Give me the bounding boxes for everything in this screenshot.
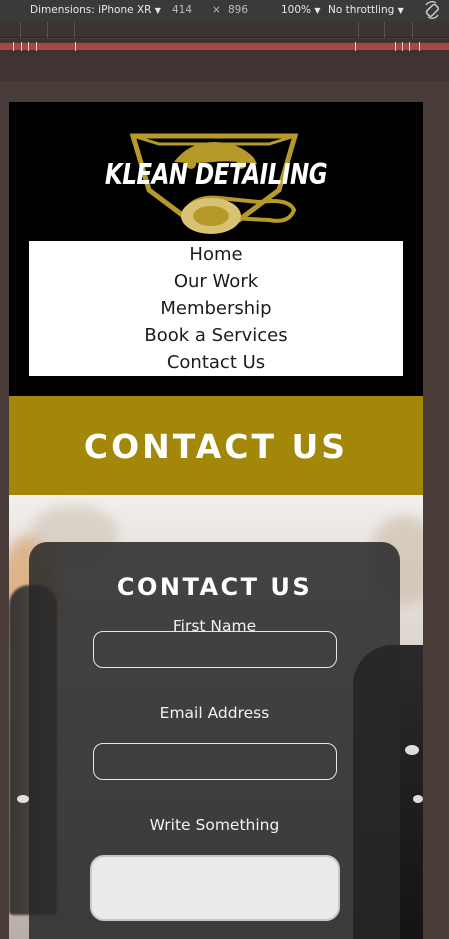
email-label: Email Address	[159, 704, 270, 722]
width-input[interactable]: 414	[172, 4, 192, 16]
first-name-input[interactable]	[93, 631, 337, 668]
breakpoint-bar	[0, 39, 449, 53]
rotate-icon[interactable]	[423, 1, 441, 19]
contact-form-title: CONTACT US	[116, 573, 313, 601]
nav-item-book-a-services[interactable]: Book a Services	[29, 322, 403, 349]
nav-item-home[interactable]: Home	[29, 241, 403, 268]
device-select-label: Dimensions: iPhone XR	[30, 4, 152, 16]
media-query-bar	[0, 22, 449, 38]
message-textarea[interactable]	[90, 855, 340, 921]
main-nav: Home Our Work Membership Book a Services…	[29, 241, 403, 376]
throttling-select[interactable]: No throttling ▼	[328, 4, 404, 16]
chevron-down-icon: ▼	[154, 6, 161, 15]
height-input[interactable]: 896	[228, 4, 248, 16]
page-title: CONTACT US	[83, 427, 349, 466]
device-select[interactable]: Dimensions: iPhone XR ▼	[30, 4, 161, 16]
chevron-down-icon: ▼	[397, 6, 404, 15]
email-input[interactable]	[93, 743, 337, 780]
message-label: Write Something	[149, 816, 280, 834]
zoom-select[interactable]: 100% ▼	[281, 4, 321, 16]
nav-item-our-work[interactable]: Our Work	[29, 268, 403, 295]
nav-item-contact-us[interactable]: Contact Us	[29, 349, 403, 376]
logo-text: KLEAN DETAILING	[104, 158, 328, 192]
site-header: KLEAN DETAILING Home Our Work Membership…	[9, 102, 423, 396]
ruler	[0, 53, 449, 83]
page-banner: CONTACT US	[9, 396, 423, 495]
throttling-select-label: No throttling	[328, 4, 395, 16]
device-viewport: KLEAN DETAILING Home Our Work Membership…	[9, 102, 423, 939]
zoom-select-label: 100%	[281, 4, 312, 16]
times-separator: ×	[212, 4, 221, 16]
contact-hero-background: CONTACT US First Name Email Address Writ…	[9, 495, 423, 939]
nav-item-membership[interactable]: Membership	[29, 295, 403, 322]
devtools-device-toolbar: Dimensions: iPhone XR ▼ 414 × 896 100% ▼…	[0, 0, 449, 22]
contact-form-card: CONTACT US First Name Email Address Writ…	[29, 542, 400, 939]
chevron-down-icon: ▼	[314, 6, 321, 15]
